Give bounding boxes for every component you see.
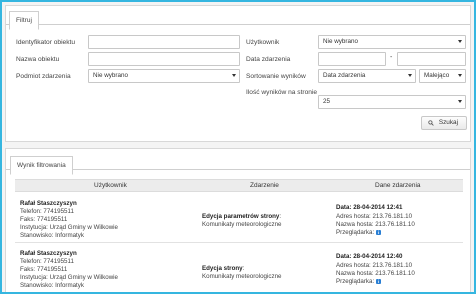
event-subject-select[interactable]: Nie wybrano	[88, 69, 240, 83]
user-select[interactable]: Nie wybrano	[318, 35, 466, 49]
row-event-date: Data: 28-04-2014 12:40	[336, 253, 403, 260]
search-button-label: Szukaj	[438, 119, 458, 126]
app-frame: Filtruj Identyfikator obiektu Nazwa obie…	[0, 0, 476, 294]
sort-results-label: Sortowanie wyników	[246, 73, 306, 80]
sort-order-value: Malejąco	[424, 72, 450, 79]
event-subject-label: Podmiot zdarzenia	[16, 73, 71, 80]
row-user-phone: Telefon: 774195511	[20, 258, 74, 265]
row-event-subtitle: Komunikaty meteorologiczne	[202, 273, 282, 280]
row-event-title: Edycja strony:	[202, 265, 245, 272]
row-user-fax: Faks: 774195511	[20, 266, 68, 273]
column-header-user: Użytkownik	[94, 182, 127, 189]
event-subject-value: Nie wybrano	[93, 72, 128, 79]
row-user-name: Rafał Staszczyszyn	[20, 250, 77, 257]
column-header-event-data: Dane zdarzenia	[375, 182, 421, 189]
date-from-input[interactable]	[318, 52, 386, 66]
sort-order-select[interactable]: Malejąco	[419, 69, 466, 83]
results-tab-divider	[6, 169, 470, 170]
chevron-down-icon	[232, 74, 236, 77]
row-host-name: Nazwa hosta: 213.76.181.10	[336, 270, 415, 277]
results-table-header: Użytkownik Zdarzenie Dane zdarzenia	[15, 179, 463, 192]
row-divider	[15, 242, 463, 243]
tab-results[interactable]: Wynik filtrowania	[10, 156, 73, 175]
object-name-label: Nazwa obiektu	[16, 56, 60, 63]
row-user-name: Rafał Staszczyszyn	[20, 200, 77, 207]
results-panel: Wynik filtrowania Użytkownik Zdarzenie D…	[5, 148, 471, 292]
search-icon	[428, 120, 434, 126]
row-user-position: Stanowisko: Informatyk	[20, 232, 84, 239]
row-user-institution: Instytucja: Urząd Gminy w Wilkowie	[20, 224, 118, 231]
chevron-down-icon	[458, 40, 462, 43]
event-date-label: Data zdarzenia	[246, 56, 291, 63]
row-user-position: Stanowisko: Informatyk	[20, 282, 84, 289]
date-to-input[interactable]	[397, 52, 466, 66]
filter-panel: Filtruj Identyfikator obiektu Nazwa obie…	[5, 5, 471, 142]
info-icon[interactable]: i	[376, 278, 382, 284]
row-host-name: Nazwa hosta: 213.76.181.10	[336, 221, 415, 228]
row-event-title: Edycja parametrów strony:	[202, 213, 282, 220]
user-select-value: Nie wybrano	[323, 38, 358, 45]
results-per-page-label: Ilość wyników na stronie	[246, 89, 318, 96]
object-id-label: Identyfikator obiektu	[16, 39, 76, 46]
row-browser: Przeglądarka: i	[336, 278, 382, 285]
row-user-phone: Telefon: 774195511	[20, 208, 74, 215]
row-host-address: Adres hosta: 213.76.181.10	[336, 262, 413, 269]
column-header-event: Zdarzenie	[250, 182, 279, 189]
results-per-page-select[interactable]: 25	[318, 95, 466, 109]
row-event-date: Data: 28-04-2014 12:41	[336, 204, 403, 211]
row-user-fax: Faks: 774195511	[20, 216, 68, 223]
sort-field-select[interactable]: Data zdarzenia	[318, 69, 416, 83]
tab-filter[interactable]: Filtruj	[9, 11, 39, 30]
sort-field-value: Data zdarzenia	[323, 72, 366, 79]
chevron-down-icon	[458, 100, 462, 103]
info-icon[interactable]: i	[376, 229, 382, 235]
object-name-input[interactable]	[88, 52, 240, 66]
chevron-down-icon	[408, 74, 412, 77]
filter-tab-divider	[6, 24, 470, 25]
row-host-address: Adres hosta: 213.76.181.10	[336, 213, 413, 220]
search-button[interactable]: Szukaj	[421, 116, 467, 130]
object-id-input[interactable]	[88, 35, 240, 49]
chevron-down-icon	[458, 74, 462, 77]
user-label: Użytkownik	[246, 39, 280, 46]
row-event-subtitle: Komunikaty meteorologiczne	[202, 221, 282, 228]
date-range-separator: -	[390, 54, 393, 61]
row-browser: Przeglądarka: i	[336, 229, 382, 236]
results-per-page-value: 25	[323, 98, 331, 105]
row-user-institution: Instytucja: Urząd Gminy w Wilkowie	[20, 274, 118, 281]
